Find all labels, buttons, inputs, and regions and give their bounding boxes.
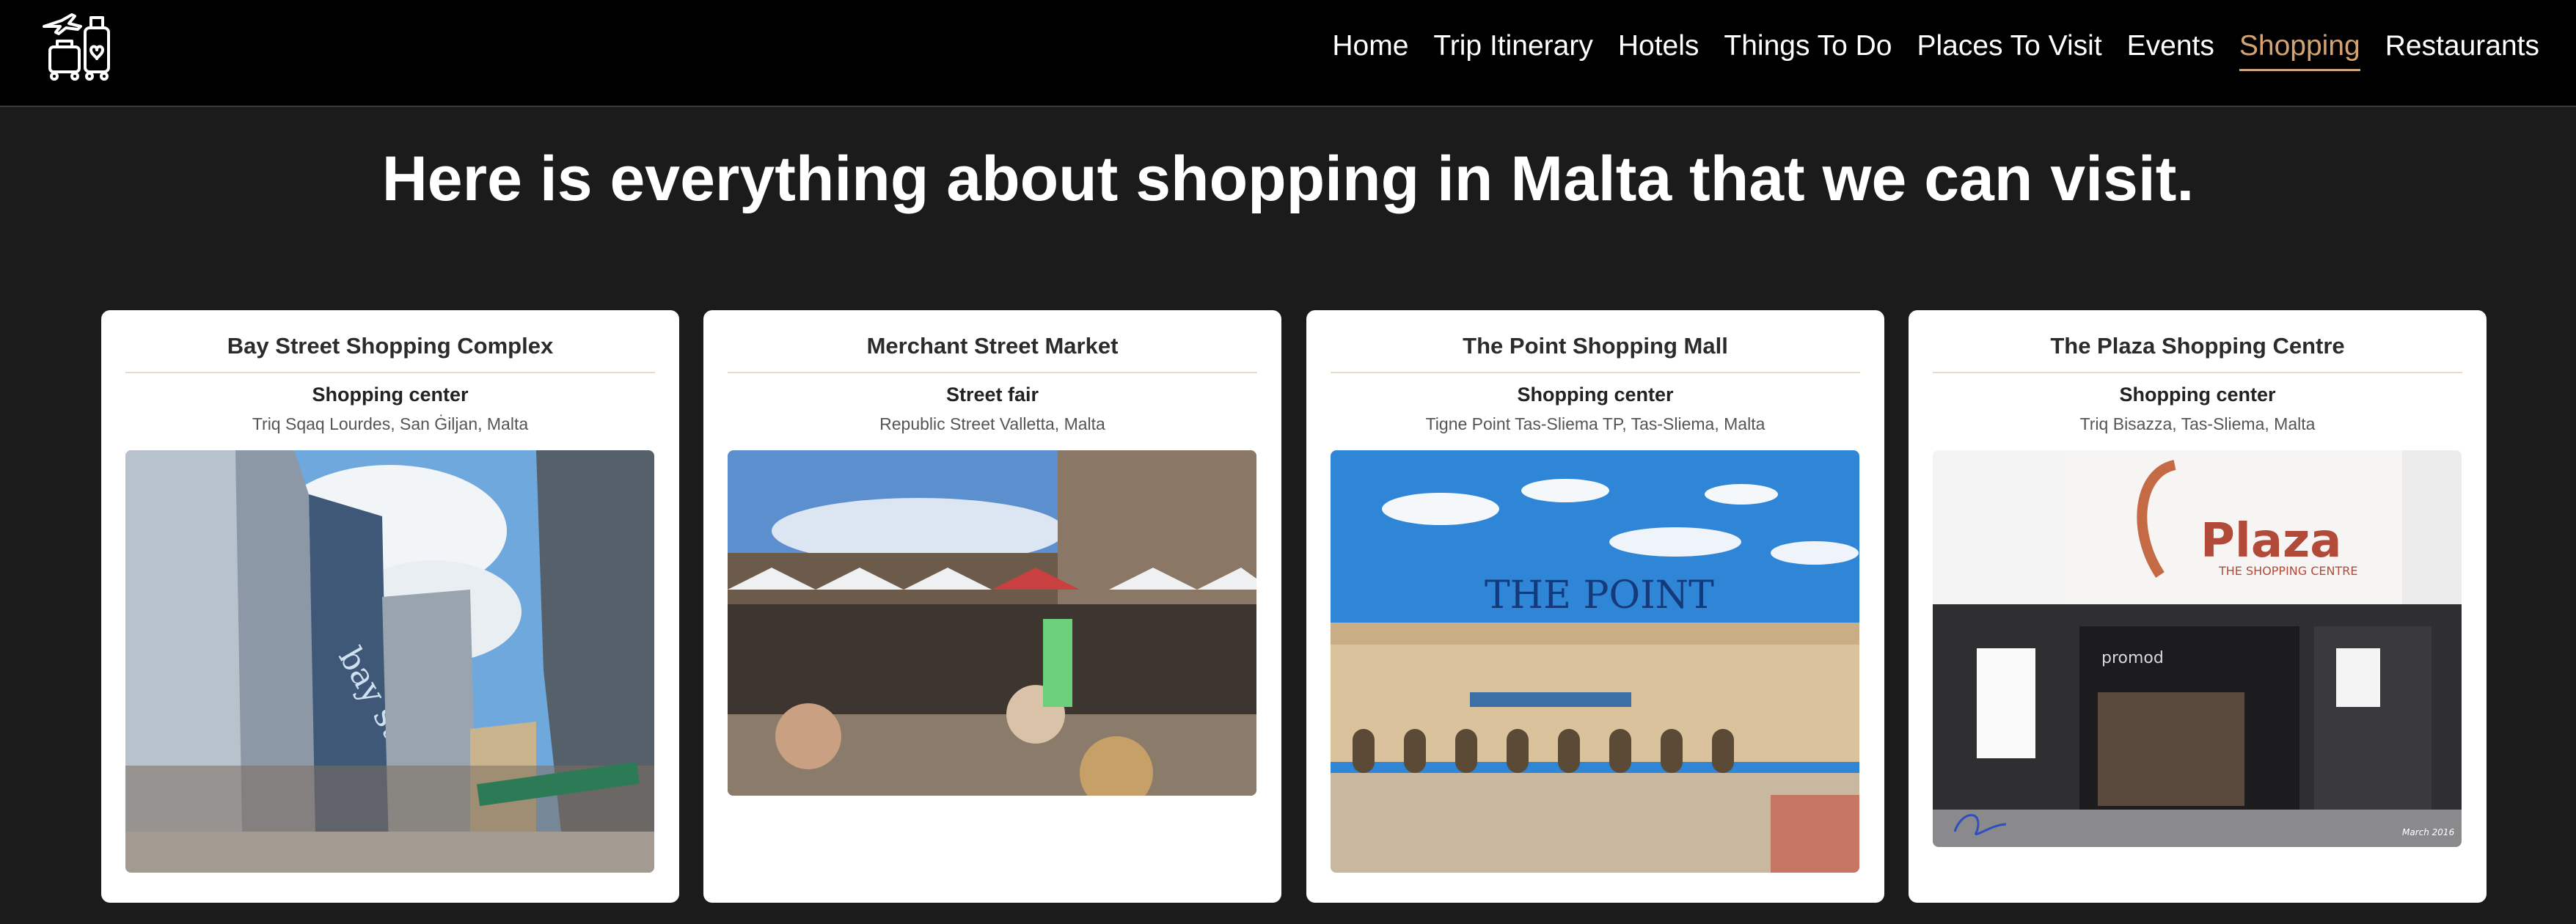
nav-home-link[interactable]: Home (1332, 28, 1408, 71)
main-nav: Home Trip Itinerary Hotels Things To Do … (1332, 28, 2539, 71)
nav-things-to-do-link[interactable]: Things To Do (1724, 28, 1892, 71)
card-photo (728, 450, 1256, 796)
card-category: Shopping center (1517, 384, 1674, 406)
card-category: Shopping center (2119, 384, 2276, 406)
nav-events-link[interactable]: Events (2127, 28, 2214, 71)
svg-text:THE POINT: THE POINT (1485, 573, 1714, 617)
shop-card-the-point[interactable]: The Point Shopping Mall Shopping center … (1306, 310, 1884, 903)
nav-restaurants-link[interactable]: Restaurants (2385, 28, 2539, 71)
card-title: The Plaza Shopping Centre (1933, 331, 2462, 373)
card-address: Republic Street Valletta, Malta (879, 414, 1105, 433)
top-navbar: Home Trip Itinerary Hotels Things To Do … (0, 0, 2576, 107)
card-photo: THE POINT (1331, 450, 1859, 873)
nav-shopping-link[interactable]: Shopping (2239, 28, 2360, 71)
card-title: Merchant Street Market (728, 331, 1257, 373)
svg-text:Plaza: Plaza (2200, 514, 2341, 568)
card-photo: bay street (125, 450, 654, 873)
card-address: Tigne Point Tas-Sliema TP, Tas-Sliema, M… (1425, 414, 1765, 433)
svg-text:THE SHOPPING CENTRE: THE SHOPPING CENTRE (2218, 564, 2358, 578)
card-title: The Point Shopping Mall (1331, 331, 1860, 373)
shop-card-bay-street[interactable]: Bay Street Shopping Complex Shopping cen… (101, 310, 679, 903)
card-title: Bay Street Shopping Complex (125, 331, 655, 373)
svg-text:March 2016: March 2016 (2402, 827, 2455, 837)
card-address: Triq Bisazza, Tas-Sliema, Malta (2079, 414, 2316, 433)
card-category: Street fair (945, 384, 1039, 406)
card-category: Shopping center (312, 384, 469, 406)
nav-trip-itinerary-link[interactable]: Trip Itinerary (1433, 28, 1592, 71)
card-photo: Plaza THE SHOPPING CENTRE promod March 2… (1933, 450, 2462, 847)
shop-card-the-plaza[interactable]: The Plaza Shopping Centre Shopping cente… (1909, 310, 2487, 903)
nav-places-to-visit-link[interactable]: Places To Visit (1917, 28, 2101, 71)
card-address: Triq Sqaq Lourdes, San Ġiljan, Malta (252, 414, 529, 433)
svg-text:promod: promod (2101, 649, 2164, 667)
nav-hotels-link[interactable]: Hotels (1618, 28, 1699, 71)
shop-card-merchant-street[interactable]: Merchant Street Market Street fair Repub… (703, 310, 1281, 903)
page-title: Here is everything about shopping in Mal… (381, 144, 2195, 214)
travel-luggage-logo-icon[interactable] (40, 4, 120, 85)
